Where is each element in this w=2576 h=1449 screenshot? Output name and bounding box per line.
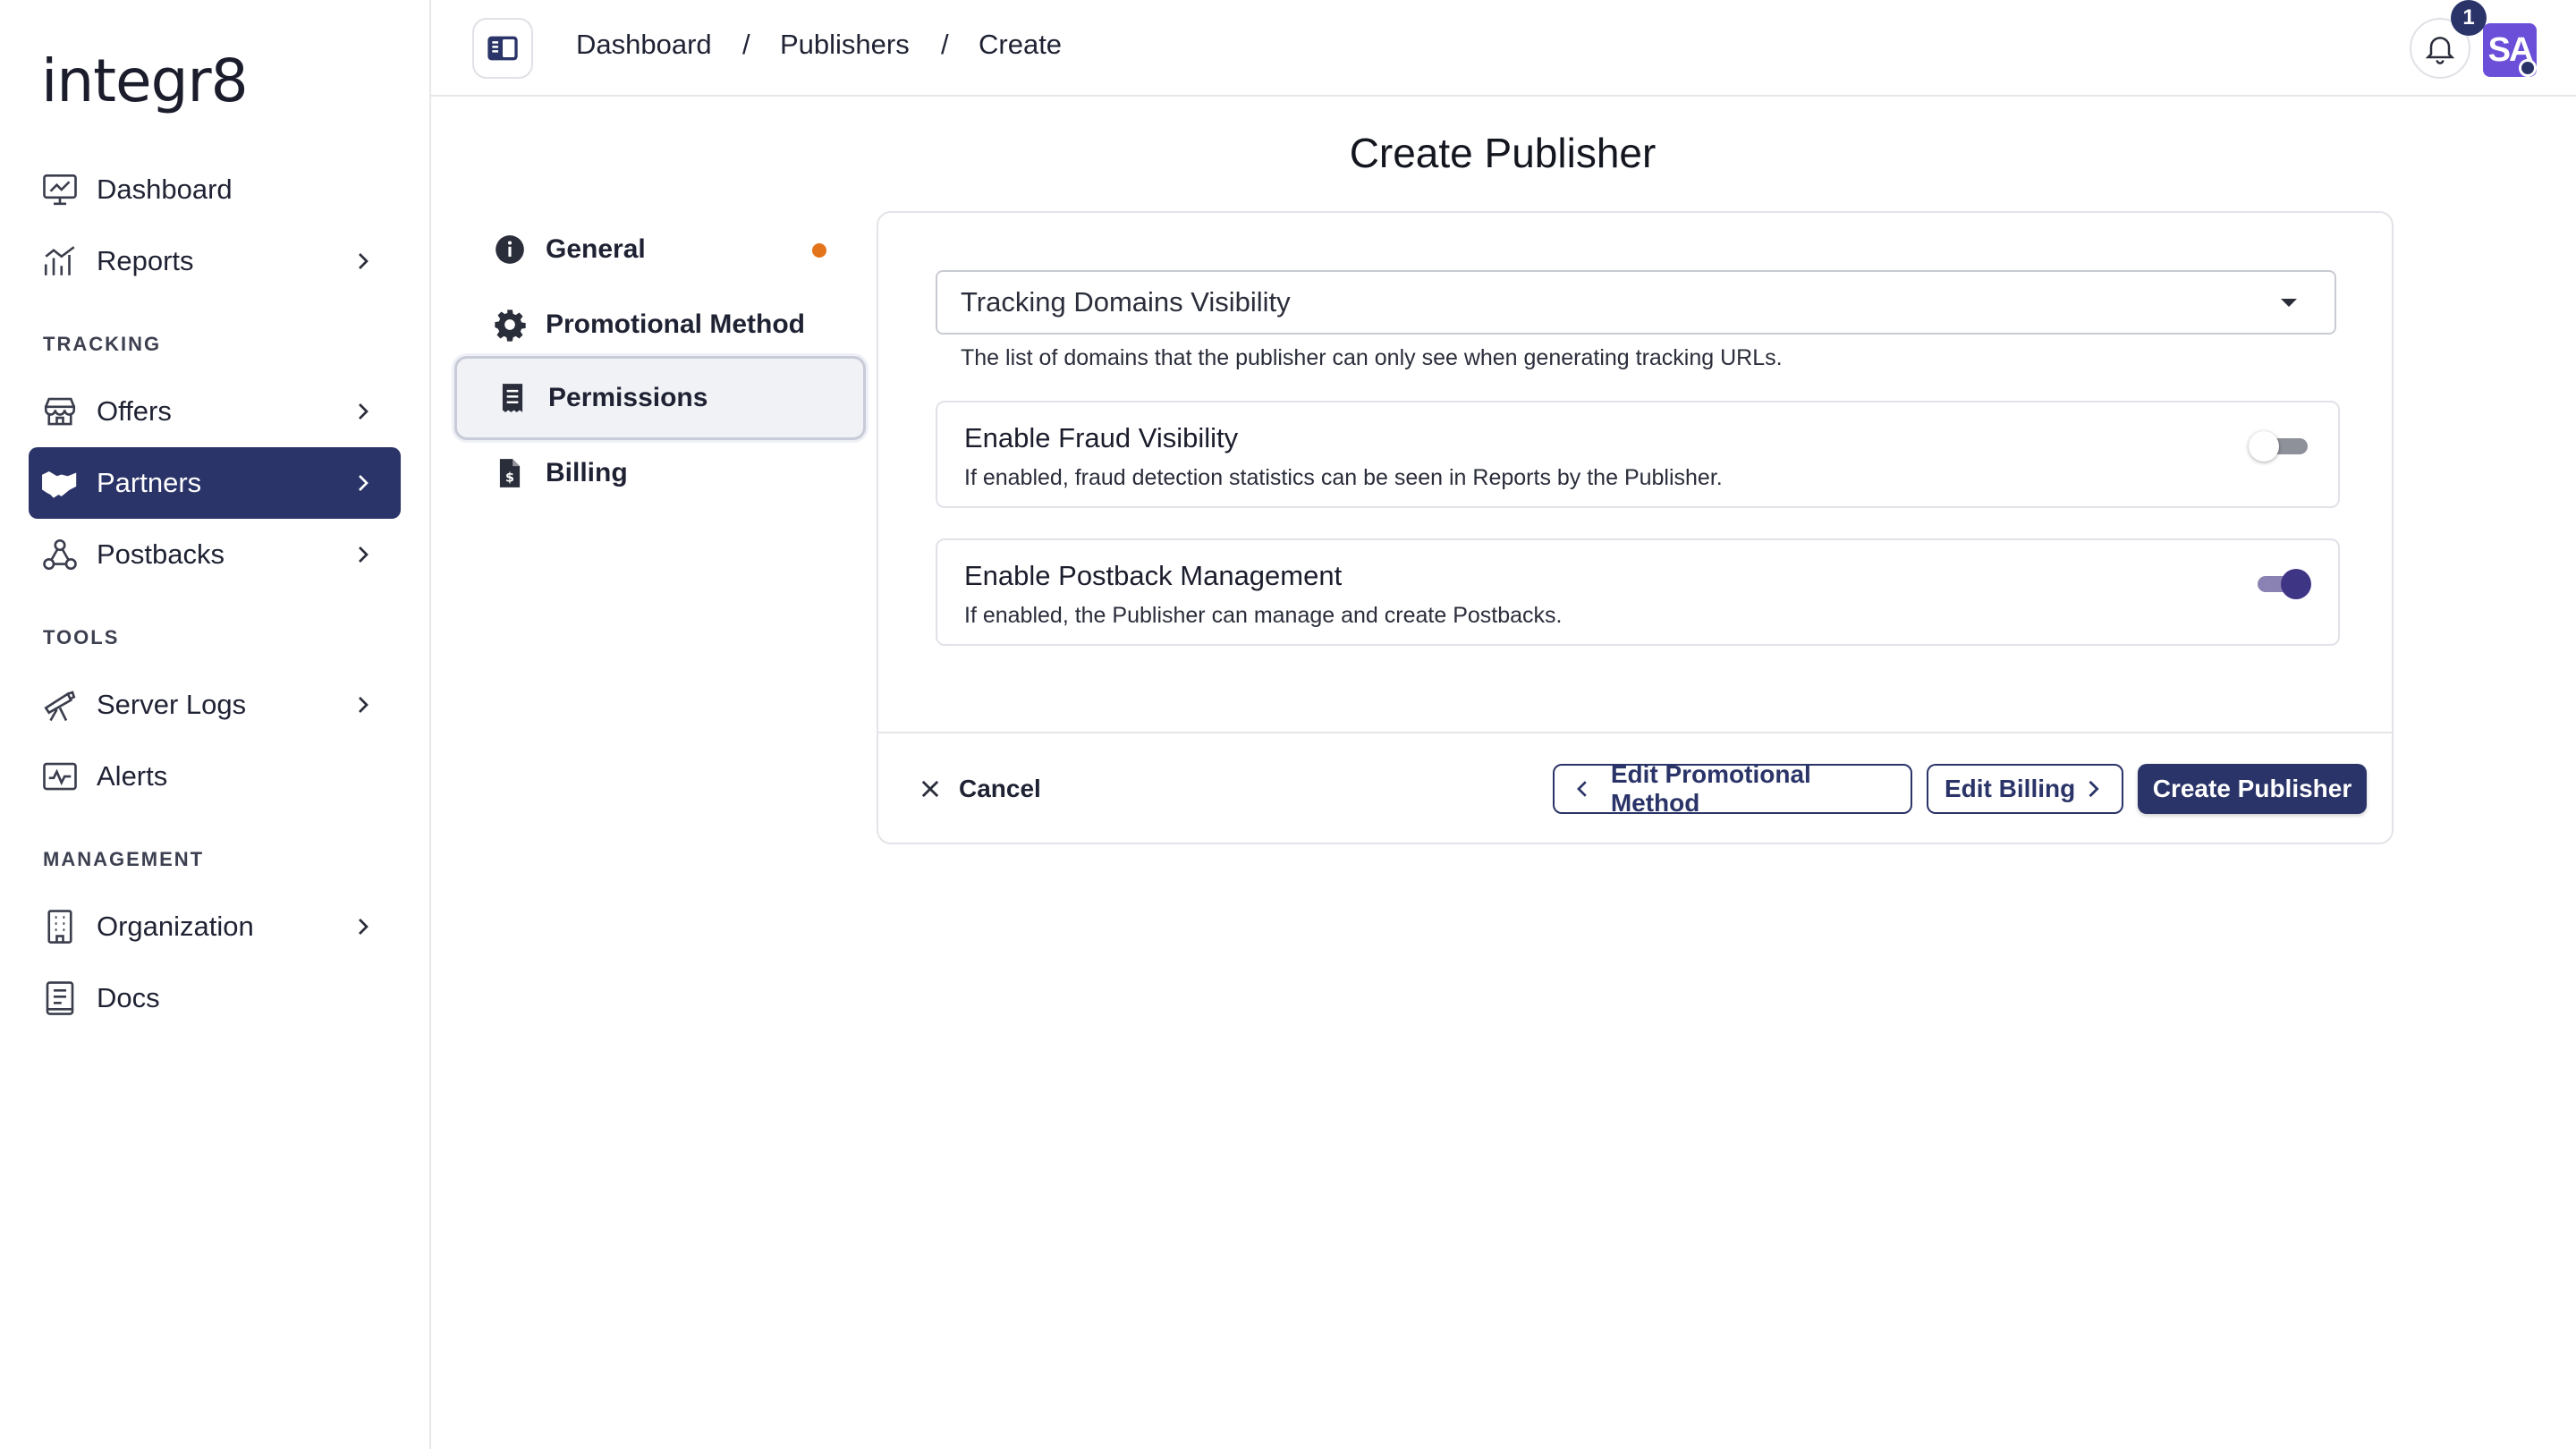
caret-down-icon bbox=[2281, 299, 2297, 307]
sidebar-item-label: Reports bbox=[97, 245, 194, 276]
card-footer-divider bbox=[878, 732, 2392, 733]
step-promotional-method[interactable]: Promotional Method bbox=[454, 283, 866, 367]
chevron-right-icon bbox=[359, 403, 369, 419]
step-label: Permissions bbox=[548, 383, 708, 412]
cancel-label: Cancel bbox=[959, 775, 1041, 802]
chevron-right-icon bbox=[359, 919, 369, 935]
step-permissions[interactable]: Permissions bbox=[454, 356, 866, 440]
select-helper-text: The list of domains that the publisher c… bbox=[961, 345, 1783, 370]
step-label: Billing bbox=[546, 458, 628, 487]
activity-icon bbox=[41, 758, 79, 795]
sidebar-item-label: Dashboard bbox=[97, 174, 233, 205]
chevron-right-icon bbox=[2089, 780, 2099, 798]
breadcrumb-publishers[interactable]: Publishers bbox=[780, 29, 910, 61]
breadcrumb-separator: / bbox=[742, 29, 750, 60]
breadcrumb-dashboard[interactable]: Dashboard bbox=[576, 29, 712, 61]
sidebar-item-label: Offers bbox=[97, 395, 172, 427]
permission-description: If enabled, fraud detection statistics c… bbox=[964, 465, 1723, 490]
sidebar: integr8 Dashboard Reports TRACKING Offer… bbox=[0, 0, 431, 1449]
sidebar-item-label: Server Logs bbox=[97, 689, 247, 720]
brand-logo[interactable]: integr8 bbox=[41, 47, 249, 115]
sidebar-item-dashboard[interactable]: Dashboard bbox=[29, 154, 401, 225]
sidebar-item-docs[interactable]: Docs bbox=[29, 962, 401, 1034]
chevron-left-icon bbox=[1577, 781, 1587, 797]
fraud-visibility-toggle[interactable] bbox=[2249, 428, 2311, 463]
create-publisher-button[interactable]: Create Publisher bbox=[2138, 764, 2367, 814]
cancel-button[interactable]: Cancel bbox=[909, 764, 1050, 814]
sidebar-item-label: Organization bbox=[97, 911, 254, 942]
sidebar-item-reports[interactable]: Reports bbox=[29, 225, 401, 297]
sidebar-panel-icon bbox=[487, 36, 518, 61]
info-icon bbox=[492, 232, 528, 267]
section-label-management: MANAGEMENT bbox=[43, 848, 205, 870]
postback-management-toggle[interactable] bbox=[2249, 565, 2311, 601]
step-billing[interactable]: $ Billing bbox=[454, 431, 866, 515]
bell-icon bbox=[2425, 37, 2455, 64]
breadcrumb-separator: / bbox=[941, 29, 949, 60]
permissions-card: Tracking Domains Visibility The list of … bbox=[877, 211, 2394, 844]
permission-title: Enable Postback Management bbox=[964, 560, 1343, 591]
permission-title: Enable Fraud Visibility bbox=[964, 422, 1239, 453]
section-label-tracking: TRACKING bbox=[43, 333, 162, 355]
sidebar-item-postbacks[interactable]: Postbacks bbox=[29, 519, 401, 590]
sidebar-item-label: Partners bbox=[97, 467, 202, 498]
toggle-thumb bbox=[2281, 569, 2311, 599]
step-general[interactable]: General bbox=[454, 208, 866, 292]
sidebar-item-organization[interactable]: Organization bbox=[29, 891, 401, 962]
select-value: Tracking Domains Visibility bbox=[961, 286, 1291, 318]
incomplete-indicator-dot bbox=[812, 243, 826, 258]
sidebar-item-label: Docs bbox=[97, 982, 160, 1013]
section-label-tools: TOOLS bbox=[43, 626, 120, 648]
avatar-status-dot bbox=[2519, 59, 2537, 77]
chevron-right-icon bbox=[359, 697, 369, 713]
sidebar-toggle-button[interactable] bbox=[472, 18, 533, 79]
svg-text:$: $ bbox=[505, 471, 514, 486]
permission-postback-management: Enable Postback Management If enabled, t… bbox=[936, 538, 2340, 646]
notification-count-badge: 1 bbox=[2451, 0, 2487, 36]
chart-monitor-icon bbox=[41, 171, 79, 208]
tracking-domains-visibility-select[interactable]: Tracking Domains Visibility bbox=[936, 270, 2336, 335]
prev-label: Edit Promotional Method bbox=[1610, 760, 1811, 817]
permission-fraud-visibility: Enable Fraud Visibility If enabled, frau… bbox=[936, 401, 2340, 508]
receipt-icon bbox=[495, 380, 530, 416]
telescope-icon bbox=[41, 686, 79, 724]
close-icon bbox=[918, 776, 943, 801]
edit-promotional-method-button[interactable]: Edit Promotional Method bbox=[1553, 760, 1912, 817]
toggle-thumb bbox=[2249, 431, 2279, 462]
edit-billing-button[interactable]: Edit Billing bbox=[1927, 764, 2123, 814]
sidebar-item-label: Postbacks bbox=[97, 538, 225, 570]
sidebar-item-label: Alerts bbox=[97, 760, 168, 792]
invoice-icon: $ bbox=[492, 455, 528, 491]
sidebar-item-partners[interactable]: Partners bbox=[29, 447, 401, 519]
sidebar-item-alerts[interactable]: Alerts bbox=[29, 741, 401, 812]
gear-icon bbox=[492, 307, 528, 343]
chevron-right-icon bbox=[359, 253, 369, 269]
document-icon bbox=[41, 979, 79, 1017]
top-bar bbox=[431, 0, 2576, 97]
step-label: General bbox=[546, 234, 646, 264]
sidebar-item-server-logs[interactable]: Server Logs bbox=[29, 669, 401, 741]
storefront-icon bbox=[41, 393, 79, 430]
permission-description: If enabled, the Publisher can manage and… bbox=[964, 603, 1563, 628]
chevron-right-icon bbox=[359, 547, 369, 563]
sidebar-item-offers[interactable]: Offers bbox=[29, 376, 401, 447]
chevron-right-icon bbox=[359, 475, 369, 491]
webhook-icon bbox=[41, 536, 79, 573]
bar-chart-icon bbox=[41, 242, 79, 280]
step-label: Promotional Method bbox=[546, 309, 805, 339]
breadcrumb-create: Create bbox=[979, 29, 1063, 60]
building-icon bbox=[41, 908, 79, 945]
handshake-icon bbox=[41, 464, 79, 502]
page-title: Create Publisher bbox=[1349, 130, 1657, 176]
next-label: Edit Billing bbox=[1945, 775, 2076, 802]
